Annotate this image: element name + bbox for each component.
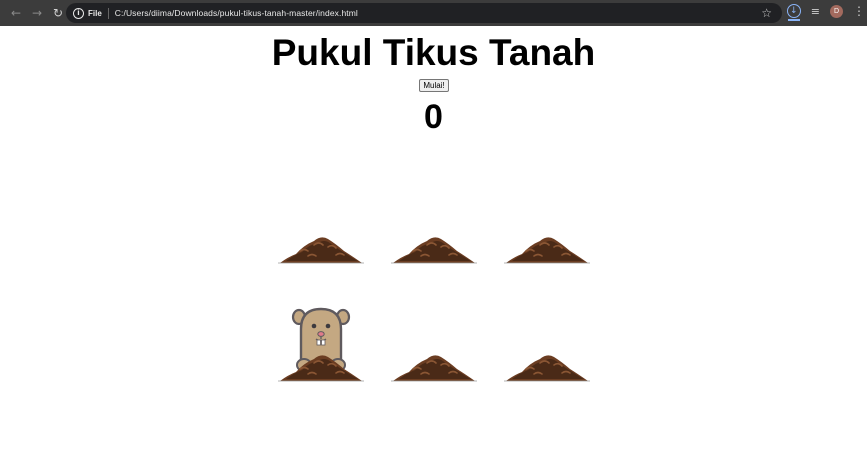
reload-icon[interactable]: ↻: [49, 4, 67, 22]
url-separator: [107, 7, 109, 19]
forward-icon[interactable]: →: [28, 4, 46, 22]
dirt-mound: [391, 355, 477, 382]
info-icon: i: [73, 7, 84, 19]
url-text[interactable]: C:/Users/diima/Downloads/pukul-tikus-tan…: [115, 8, 358, 18]
page-title: Pukul Tikus Tanah: [271, 32, 596, 73]
media-controls-icon[interactable]: ≡: [811, 5, 820, 18]
dirt-mound: [278, 355, 364, 382]
score-display: 0: [424, 98, 443, 136]
address-bar[interactable]: i File C:/Users/diima/Downloads/pukul-ti…: [66, 3, 782, 23]
mole-hole[interactable]: [504, 155, 590, 265]
start-button[interactable]: Mulai!: [419, 79, 449, 92]
mole-hole[interactable]: [391, 155, 477, 265]
more-menu-icon[interactable]: ⋮: [853, 4, 865, 18]
back-icon[interactable]: ←: [7, 4, 25, 22]
site-info-chip[interactable]: i File: [73, 7, 102, 19]
dirt-mound: [278, 237, 364, 264]
dirt-mound: [391, 237, 477, 264]
profile-avatar[interactable]: D: [830, 4, 843, 18]
bookmark-star-icon[interactable]: ☆: [761, 6, 772, 20]
mole-hole[interactable]: [504, 273, 590, 383]
mole-hole[interactable]: [278, 273, 364, 383]
dirt-mound: [504, 237, 590, 264]
download-icon[interactable]: ↓: [786, 4, 801, 21]
mole-hole[interactable]: [391, 273, 477, 383]
browser-toolbar: ← → ↻ i File C:/Users/diima/Downloads/pu…: [0, 0, 867, 26]
mole-hole[interactable]: [278, 155, 364, 265]
dirt-mound: [504, 355, 590, 382]
file-chip-label: File: [88, 8, 102, 18]
